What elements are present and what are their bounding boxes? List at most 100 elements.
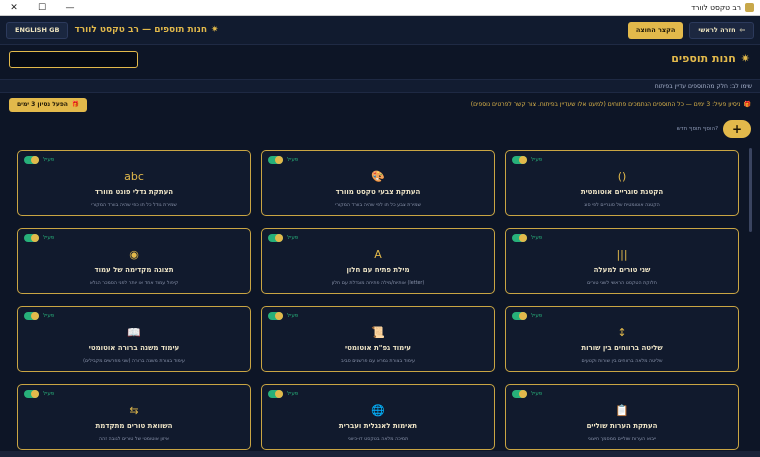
arrows-vertical-icon: ↕ <box>617 326 627 339</box>
header-actions: הקצר החוצה חזרה לראשי ⇦ <box>627 21 754 39</box>
toggle-label: פעיל <box>531 157 543 163</box>
plugin-title: העתקת צבעי טקסט מוורד <box>335 188 421 196</box>
plugin-grid: פעיל abc העתקת גדלי פונט מוורד שמירת גודל כ… <box>17 150 740 450</box>
gear-icon: ✷ <box>740 52 750 65</box>
plugin-card[interactable]: פעיל () הקטנת סוגריים אוטומטית הקטנה אוטומט… <box>505 150 739 216</box>
plugin-title: השוואת טורים מתקדמת <box>95 422 173 430</box>
globe-icon: 🌐 <box>371 404 385 417</box>
plugin-title: עימוד גפ"ת אוטומטי <box>345 344 411 352</box>
plugin-description: עימוד בצורת גמרא עם פרשנים סביב <box>340 359 415 364</box>
swap-arrows-icon: ⇆ <box>129 404 139 417</box>
enable-toggle[interactable] <box>512 312 527 320</box>
header-left: ENGLISH GB חנות תוספים — רב טקסט לוורד ✷ <box>6 21 219 39</box>
parentheses-icon: () <box>617 170 627 183</box>
plugin-description: תמיכה מלאה בטקסט דו-כיווני <box>347 437 409 442</box>
columns-icon: ||| <box>616 248 628 261</box>
toggle-label: פעיל <box>531 313 543 319</box>
footer-strip <box>0 451 760 457</box>
letter-a-icon: A <box>374 248 382 261</box>
font-size-icon: abc <box>124 170 144 183</box>
trial-message: ניסיון פעיל: 3 ימים — כל התוספים הנתמכים… <box>471 101 751 108</box>
enable-toggle[interactable] <box>24 234 39 242</box>
app-header: ENGLISH GB חנות תוספים — רב טקסט לוורד ✷… <box>0 16 760 45</box>
search-input[interactable] <box>9 51 138 68</box>
plugin-description: שמירת צבע כל תו לפי שהיה בוורד המקורי <box>335 203 421 208</box>
header-title-text: חנות תוספים — רב טקסט לוורד <box>74 25 208 35</box>
header-title: חנות תוספים — רב טקסט לוורד ✷ <box>74 25 218 35</box>
plugin-title: עימוד משנה ברורה אוטומטי <box>88 344 180 352</box>
enable-toggle[interactable] <box>512 156 527 164</box>
close-icon[interactable]: ✕ <box>0 0 28 16</box>
toggle-label: פעיל <box>287 391 299 397</box>
toggle-label: פעיל <box>43 157 55 163</box>
add-plugin-button[interactable]: + <box>723 120 751 138</box>
enable-toggle[interactable] <box>268 234 283 242</box>
plugin-card[interactable]: פעיל ◉ תצוגה מקדימה של עמוד קיפול עמוד אחד … <box>17 228 251 294</box>
plugin-title: שני טורים למעלה <box>593 266 651 274</box>
shortcut-button-label: הקצר החוצה <box>635 26 676 34</box>
window-title: רב טקסט לוורד <box>691 3 760 12</box>
toggle-label: פעיל <box>43 313 55 319</box>
plugin-description: הקטנה אוטומטית של סוגריים לפי סוג <box>584 203 660 208</box>
toggle-label: פעיל <box>531 391 543 397</box>
enable-toggle[interactable] <box>268 156 283 164</box>
tip-bar: שימו לב: חלק מהתוספים עדיין בפיתוח <box>0 79 760 93</box>
start-trial-button[interactable]: הפעל נסיון 3 ימים 🎁 <box>9 97 88 112</box>
enable-toggle[interactable] <box>512 390 527 398</box>
trial-bar: הפעל נסיון 3 ימים 🎁 ניסיון פעיל: 3 ימים … <box>9 97 751 112</box>
add-plugin-hint: הוסף תוסף חדש? <box>676 126 718 132</box>
toggle-label: פעיל <box>43 235 55 241</box>
plugin-title: העתקת גדלי פונט מוורד <box>94 188 174 196</box>
trial-message-text: ניסיון פעיל: 3 ימים — כל התוספים הנתמכים… <box>470 101 741 108</box>
plugin-card[interactable]: פעיל ⇆ השוואת טורים מתקדמת איזון אוטומטי של… <box>17 384 251 450</box>
plugin-description: אותיות/מילה פתיחה מוגדלת עם חלון (letter… <box>331 281 425 286</box>
plugin-card[interactable]: פעיל A מילת פתיח עם חלון אותיות/מילה פתיחה … <box>261 228 495 294</box>
language-button[interactable]: ENGLISH GB <box>6 21 69 39</box>
plugin-description: איזון אוטומטי של טורים לגובה זהה <box>99 437 169 442</box>
plugin-card[interactable]: פעיל 📜 עימוד גפ"ת אוטומטי עימוד בצורת גמרא … <box>261 306 495 372</box>
enable-toggle[interactable] <box>24 390 39 398</box>
app-logo-icon <box>745 3 754 12</box>
page-title: חנות תוספים ✷ <box>671 52 750 65</box>
maximize-icon[interactable]: ☐ <box>28 0 56 16</box>
plugin-card[interactable]: פעיל 📋 העתקת הערות שוליים ייבוא הערות שוליי… <box>505 384 739 450</box>
back-arrow-icon: ⇦ <box>739 26 745 34</box>
plugin-card[interactable]: פעיל 🌐 תאימות לאנגלית ועברית תמיכה מלאה בטק… <box>261 384 495 450</box>
plugin-description: קיפול עמוד אחד או יותר לפני הסמכר הגלא <box>89 281 179 286</box>
enable-toggle[interactable] <box>24 156 39 164</box>
minimize-icon[interactable]: — <box>56 0 84 16</box>
home-button-label: חזרה לראשי <box>698 26 736 34</box>
trial-button-label: הפעל נסיון 3 ימים <box>17 101 68 108</box>
enable-toggle[interactable] <box>268 390 283 398</box>
gift-icon: 🎁 <box>71 101 80 108</box>
plugin-card[interactable]: פעיל 📖 עימוד משנה ברורה אוטומטי עימוד בצורת… <box>17 306 251 372</box>
plugin-title: תאימות לאנגלית ועברית <box>338 422 418 430</box>
plugin-description: ייבוא הערות שוליים ממסמך חיצוני <box>587 437 657 442</box>
plugin-card[interactable]: פעיל ||| שני טורים למעלה חלוקת הטקסט הראשי … <box>505 228 739 294</box>
home-button[interactable]: חזרה לראשי ⇦ <box>689 21 754 39</box>
enable-toggle[interactable] <box>24 312 39 320</box>
plugin-description: עימוד בצורת משנה ברורה (שני מפרשים מקביל… <box>83 359 185 364</box>
gift-icon: 🎁 <box>743 101 751 108</box>
clipboard-icon: 📋 <box>615 404 629 417</box>
plugin-description: חלוקת הטקסט הראשי לשני טורים <box>587 281 657 286</box>
enable-toggle[interactable] <box>512 234 527 242</box>
plugin-title: מילת פתיח עם חלון <box>346 266 410 274</box>
plugin-title: שליטה ברווחים בין שורות <box>581 344 663 352</box>
plugin-title: העתקת הערות שוליים <box>586 422 658 430</box>
scrollbar[interactable] <box>749 148 752 232</box>
enable-toggle[interactable] <box>268 312 283 320</box>
shortcut-button[interactable]: הקצר החוצה <box>627 21 684 39</box>
gear-icon: ✷ <box>211 25 219 35</box>
plugin-card[interactable]: פעיל ↕ שליטה ברווחים בין שורות שליטה מלאה ב… <box>505 306 739 372</box>
toggle-label: פעיל <box>287 235 299 241</box>
toggle-label: פעיל <box>287 157 299 163</box>
scroll-icon: 📜 <box>371 326 385 339</box>
plugin-description: שמירת גודל כל תו כפי שהיה בוורד המקורי <box>91 203 177 208</box>
eye-icon: ◉ <box>129 248 139 261</box>
plugin-card[interactable]: פעיל abc העתקת גדלי פונט מוורד שמירת גודל כ… <box>17 150 251 216</box>
book-icon: 📖 <box>127 326 141 339</box>
window-controls: ✕ ☐ — <box>0 0 84 16</box>
toggle-label: פעיל <box>43 391 55 397</box>
plugin-card[interactable]: פעיל 🎨 העתקת צבעי טקסט מוורד שמירת צבע כל ת… <box>261 150 495 216</box>
